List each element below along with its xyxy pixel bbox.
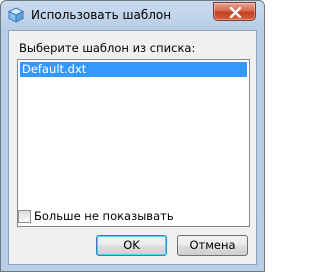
cancel-button[interactable]: Отмена xyxy=(177,235,248,256)
list-item-label: Default.dxt xyxy=(22,62,87,76)
title-bar[interactable]: Использовать шаблон xyxy=(1,1,264,29)
app-box-icon xyxy=(7,7,25,23)
dialog-client-area: Выберите шаблон из списка: Default.dxt Б… xyxy=(8,30,257,265)
list-item[interactable]: Default.dxt xyxy=(20,62,247,77)
dialog-window: Использовать шаблон Выберите шаблон из с… xyxy=(0,0,265,272)
ok-button[interactable]: OK xyxy=(96,235,167,256)
template-listbox[interactable]: Default.dxt xyxy=(17,59,250,227)
prompt-label: Выберите шаблон из списка: xyxy=(19,41,196,55)
close-icon xyxy=(229,7,242,18)
close-button[interactable] xyxy=(213,2,256,21)
window-title: Использовать шаблон xyxy=(31,8,172,22)
dont-show-checkbox[interactable] xyxy=(18,210,31,223)
dont-show-label[interactable]: Больше не показывать xyxy=(34,209,174,223)
